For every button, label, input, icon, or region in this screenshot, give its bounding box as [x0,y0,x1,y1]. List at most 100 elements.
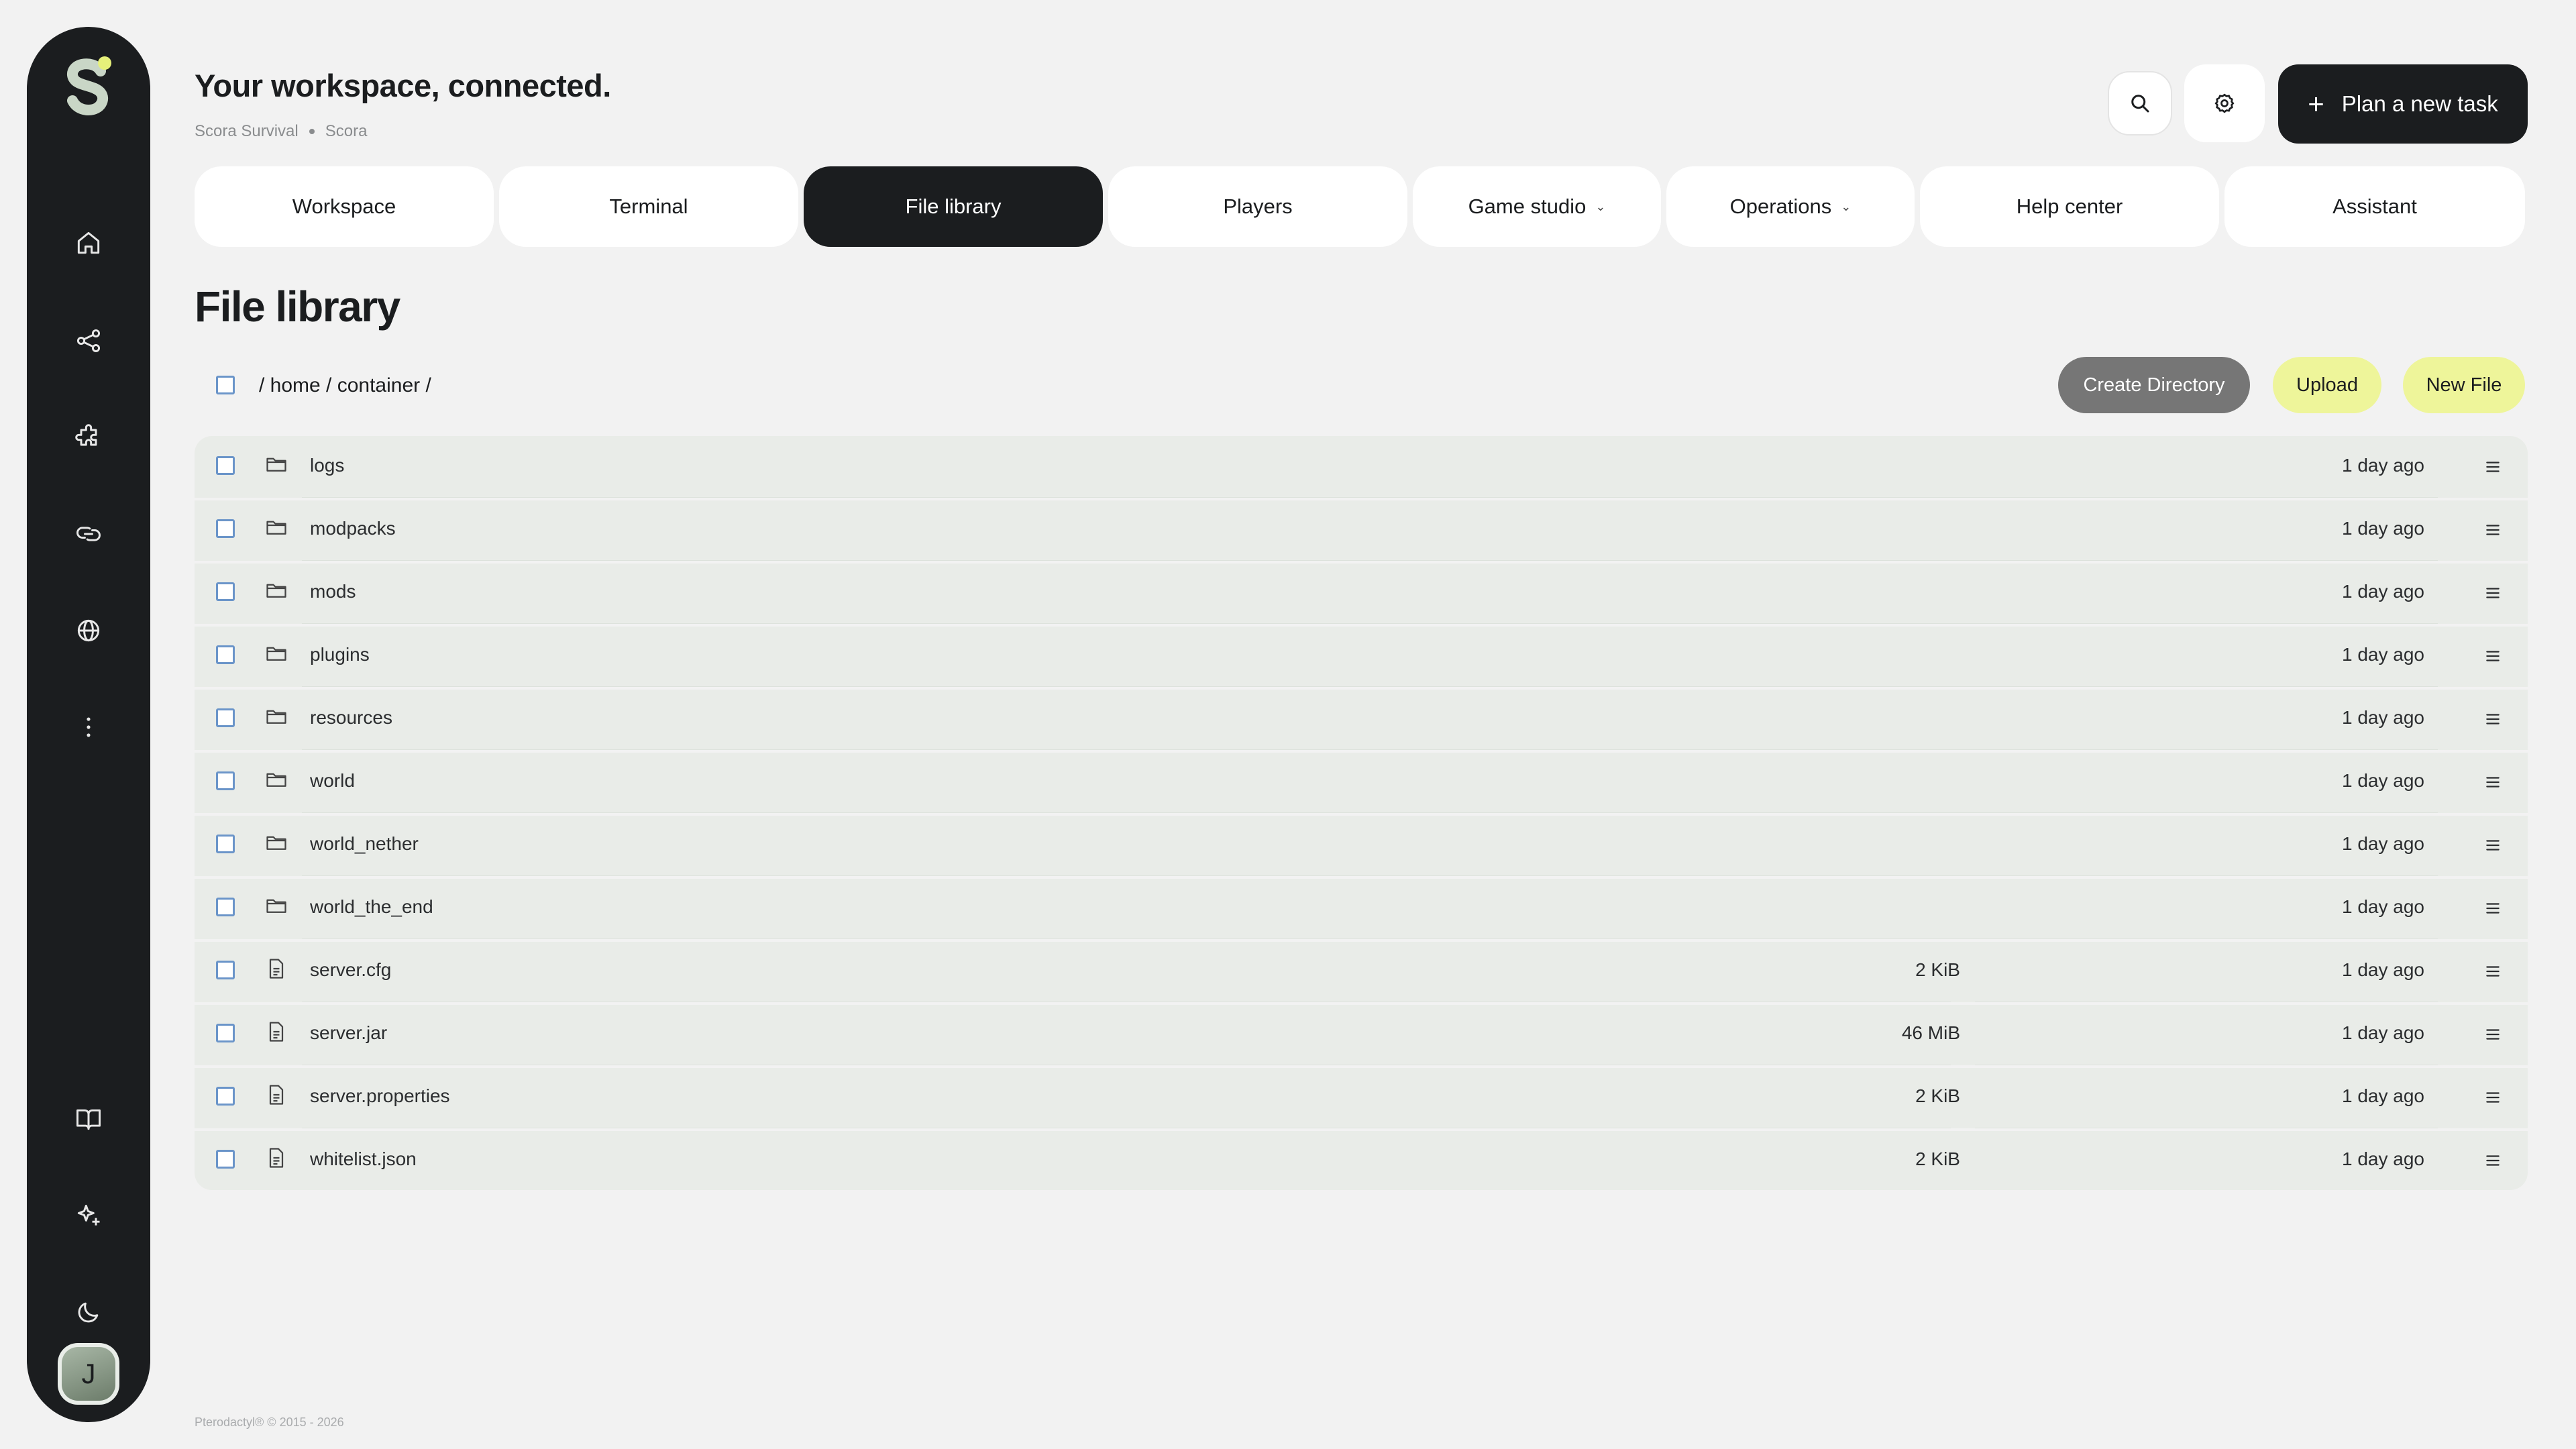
file-modified: 1 day ago [2342,770,2424,791]
breadcrumb-project[interactable]: Scora [325,122,368,141]
tab-label: Game studio [1468,195,1587,218]
row-checkbox[interactable] [216,961,235,979]
tab-workspace[interactable]: Workspace [195,166,494,247]
row-menu-icon[interactable] [2479,958,2506,985]
file-name[interactable]: world_nether [310,833,419,855]
more-vertical-icon[interactable] [62,700,115,754]
file-icon [264,1146,288,1170]
book-icon[interactable] [62,1092,115,1146]
breadcrumb-server[interactable]: Scora Survival [195,122,299,141]
plus-icon: + [2308,88,2324,119]
file-row[interactable]: world 1 day ago [195,751,2528,814]
row-menu-icon[interactable] [2479,580,2506,606]
sparkles-icon[interactable] [62,1189,115,1242]
puzzle-icon[interactable] [62,411,115,464]
file-row[interactable]: server.properties 2 KiB 1 day ago [195,1067,2528,1130]
folder-icon [264,515,288,539]
row-checkbox[interactable] [216,1024,235,1042]
row-menu-icon[interactable] [2479,1021,2506,1048]
row-checkbox[interactable] [216,1150,235,1169]
breadcrumb: Scora Survival Scora [195,122,367,141]
tab-operations[interactable]: Operations ⌄ [1666,166,1915,247]
file-size: 2 KiB [1915,1085,1960,1106]
tab-file-library[interactable]: File library [804,166,1103,247]
file-row[interactable]: server.jar 46 MiB 1 day ago [195,1004,2528,1067]
file-name[interactable]: server.cfg [310,959,391,981]
file-row[interactable]: logs 1 day ago [195,436,2528,499]
logo-icon[interactable] [62,55,115,119]
row-checkbox[interactable] [216,835,235,853]
plan-new-task-button[interactable]: + Plan a new task [2278,64,2528,144]
file-row[interactable]: resources 1 day ago [195,688,2528,751]
tab-players[interactable]: Players [1108,166,1407,247]
main-tabs: Workspace Terminal File library Players … [195,166,2528,247]
row-menu-icon[interactable] [2479,643,2506,669]
tab-game-studio[interactable]: Game studio ⌄ [1413,166,1661,247]
file-name[interactable]: logs [310,455,344,476]
tab-label: Terminal [609,195,688,218]
chevron-down-icon: ⌄ [1841,199,1851,213]
globe-icon[interactable] [62,604,115,657]
share-icon[interactable] [62,314,115,368]
avatar[interactable]: J [58,1343,119,1405]
create-directory-button[interactable]: Create Directory [2058,357,2250,413]
settings-button[interactable] [2184,64,2265,142]
folder-icon [264,704,288,729]
directory-path[interactable]: / home / container / [259,374,431,397]
row-menu-icon[interactable] [2479,1147,2506,1174]
row-menu-icon[interactable] [2479,706,2506,733]
file-name[interactable]: plugins [310,644,370,665]
file-name[interactable]: server.properties [310,1085,450,1107]
row-checkbox[interactable] [216,519,235,538]
folder-icon [264,578,288,602]
sidebar: J [27,27,150,1422]
file-row[interactable]: server.cfg 2 KiB 1 day ago [195,941,2528,1004]
row-menu-icon[interactable] [2479,832,2506,859]
row-checkbox[interactable] [216,898,235,916]
new-file-button[interactable]: New File [2403,357,2525,413]
link-icon[interactable] [62,507,115,561]
row-menu-icon[interactable] [2479,517,2506,543]
file-row[interactable]: modpacks 1 day ago [195,499,2528,562]
row-checkbox[interactable] [216,708,235,727]
file-name[interactable]: world [310,770,355,792]
file-name[interactable]: server.jar [310,1022,387,1044]
file-modified: 1 day ago [2342,707,2424,728]
file-icon [264,1020,288,1044]
row-checkbox[interactable] [216,456,235,475]
chevron-down-icon: ⌄ [1595,199,1606,213]
moon-icon[interactable] [62,1285,115,1339]
upload-button[interactable]: Upload [2273,357,2381,413]
search-button[interactable] [2108,71,2172,136]
file-size: 2 KiB [1915,1148,1960,1169]
select-all-checkbox[interactable] [216,376,235,394]
avatar-initial: J [62,1347,115,1401]
file-row[interactable]: world_the_end 1 day ago [195,877,2528,941]
tab-label: Operations [1729,195,1832,218]
row-checkbox[interactable] [216,582,235,601]
file-name[interactable]: resources [310,707,392,729]
tab-help-center[interactable]: Help center [1920,166,2219,247]
row-menu-icon[interactable] [2479,895,2506,922]
tab-label: Players [1223,195,1293,218]
tab-terminal[interactable]: Terminal [499,166,798,247]
file-row[interactable]: whitelist.json 2 KiB 1 day ago [195,1130,2528,1190]
row-menu-icon[interactable] [2479,453,2506,480]
file-name[interactable]: modpacks [310,518,396,539]
row-checkbox[interactable] [216,645,235,664]
file-name[interactable]: mods [310,581,356,602]
file-name[interactable]: world_the_end [310,896,433,918]
tab-label: File library [905,195,1002,218]
row-menu-icon[interactable] [2479,1084,2506,1111]
tab-assistant[interactable]: Assistant [2224,166,2525,247]
file-modified: 1 day ago [2342,455,2424,476]
file-row[interactable]: world_nether 1 day ago [195,814,2528,877]
row-checkbox[interactable] [216,1087,235,1106]
file-name[interactable]: whitelist.json [310,1148,417,1170]
row-checkbox[interactable] [216,771,235,790]
home-icon[interactable] [62,216,115,270]
file-modified: 1 day ago [2342,833,2424,854]
file-row[interactable]: plugins 1 day ago [195,625,2528,688]
file-row[interactable]: mods 1 day ago [195,562,2528,625]
row-menu-icon[interactable] [2479,769,2506,796]
